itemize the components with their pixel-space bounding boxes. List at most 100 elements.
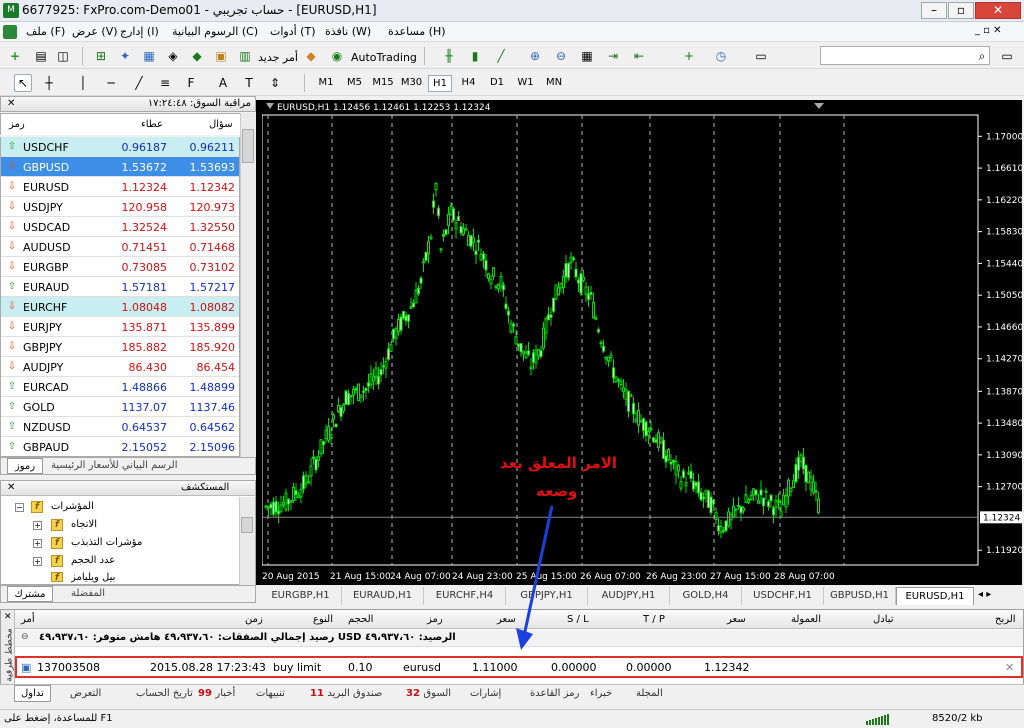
col-commission[interactable]: العمولة [791, 614, 821, 625]
zoom-in-icon[interactable]: ⊕ [526, 47, 544, 65]
market-watch-row[interactable]: ⇧ NZDUSD 0.64537 0.64562 [1, 417, 239, 437]
market-watch-row[interactable]: ⇩ GBPJPY 185.882 185.920 [1, 337, 239, 357]
market-watch-row[interactable]: ⇩ EURCHF 1.08048 1.08082 [1, 297, 239, 317]
line-chart-icon[interactable]: ╱ [492, 47, 510, 65]
terminal-tab[interactable]: المجلة [636, 688, 663, 699]
expand-icon[interactable]: + [33, 539, 42, 548]
menu-charts[interactable]: الرسوم البيانية (C) [172, 25, 258, 38]
vertical-line-icon[interactable]: │ [74, 74, 92, 92]
profiles-icon[interactable]: ▤ [32, 47, 50, 65]
close-icon[interactable]: ✕ [7, 98, 15, 109]
tile-windows-icon[interactable]: ▦ [578, 47, 596, 65]
chart-tab[interactable]: GBPUSD,H1 [824, 587, 896, 605]
timeframe-m1[interactable]: M1 [314, 75, 338, 92]
menu-insert[interactable]: إدارج (I) [120, 25, 159, 38]
chart-shift-icon[interactable]: ⇤ [630, 47, 648, 65]
data-window-icon[interactable]: ✦ [116, 47, 134, 65]
fibonacci-icon[interactable]: F [182, 74, 200, 92]
text-icon[interactable]: A [214, 74, 232, 92]
timeframe-mn[interactable]: MN [542, 75, 566, 92]
nav-volumes[interactable]: عدد الحجم [71, 555, 115, 566]
col-volume[interactable]: الحجم [348, 614, 373, 625]
market-watch-row[interactable]: ⇩ EURGBP 0.73085 0.73102 [1, 257, 239, 277]
terminal-icon[interactable]: ▦ [140, 47, 158, 65]
new-chart-icon[interactable]: + [6, 47, 24, 65]
menu-tools[interactable]: أدوات (T) [270, 25, 316, 38]
delete-order-icon[interactable]: ✕ [1005, 661, 1014, 674]
expand-icon[interactable]: + [33, 557, 42, 566]
timeframe-m30[interactable]: M30 [400, 75, 424, 92]
autoscroll-icon[interactable]: ⇥ [604, 47, 622, 65]
tester-icon[interactable]: ◈ [164, 47, 182, 65]
market-watch-row[interactable]: ⇧ EURAUD 1.57181 1.57217 [1, 277, 239, 297]
candle-chart-icon[interactable]: ▮ [466, 47, 484, 65]
mdi-controls[interactable]: _ ▫ ✕ [975, 25, 1002, 36]
channel-icon[interactable]: ≡ [156, 74, 174, 92]
market-watch-row[interactable]: ⇩ EURJPY 135.871 135.899 [1, 317, 239, 337]
market-watch-scrollbar[interactable] [240, 113, 256, 457]
tab-scroll-icon[interactable]: ◂ ▸ [978, 589, 991, 600]
col-profit[interactable]: الربح [995, 614, 1016, 625]
market-watch-row[interactable]: ⇩ GBPUSD 1.53672 1.53693 [1, 157, 239, 177]
nav-trend[interactable]: الاتجاه [71, 519, 97, 530]
chart-canvas[interactable]: 1.17000 1.16610 1.16220 1.15830 1.15440 1.150… [262, 100, 1022, 585]
history-icon[interactable]: ▣ [212, 47, 230, 65]
editor-icon[interactable]: ◆ [188, 47, 206, 65]
timeframe-h4[interactable]: H4 [457, 75, 481, 92]
timeframe-d1[interactable]: D1 [485, 75, 509, 92]
chart-tab[interactable]: EURGBP,H1 [260, 587, 342, 605]
autotrading-icon[interactable]: ◉ [328, 47, 346, 65]
new-order-icon[interactable]: ▥ [236, 47, 254, 65]
col-ask[interactable]: سؤال [209, 119, 233, 130]
chart-tab[interactable]: EURUSD,H1 [896, 587, 974, 605]
trendline-icon[interactable]: ╱ [130, 74, 148, 92]
terminal-tab[interactable]: تنبيهات [256, 688, 285, 699]
community-icon[interactable]: ▭ [998, 47, 1016, 65]
collapse-icon[interactable]: − [15, 503, 24, 512]
autotrading-button[interactable]: AutoTrading [351, 51, 417, 64]
search-input[interactable] [820, 46, 990, 65]
terminal-tab[interactable]: التعرض [70, 688, 101, 699]
crosshair-icon[interactable]: ┼ [40, 74, 58, 92]
tab-symbols[interactable]: رموز [7, 458, 43, 474]
terminal-tab[interactable]: 11 صندوق البريد [310, 688, 382, 699]
terminal-tab[interactable]: تداول [14, 685, 51, 702]
cursor-icon[interactable]: ↖ [14, 74, 32, 92]
market-watch-icon[interactable]: ◫ [54, 47, 72, 65]
minimize-button[interactable]: – [921, 2, 947, 19]
market-watch-row[interactable]: ⇩ USDCAD 1.32524 1.32550 [1, 217, 239, 237]
col-time[interactable]: زمن [245, 614, 263, 625]
market-watch-row[interactable]: ⇧ EURCAD 1.48866 1.48899 [1, 377, 239, 397]
terminal-tab[interactable]: 99 أخبار [198, 688, 235, 699]
col-symbol[interactable]: رمز [427, 614, 443, 625]
price-chart[interactable]: 1.17000 1.16610 1.16220 1.15830 1.15440 1.150… [262, 100, 1022, 585]
timeframe-m15[interactable]: M15 [371, 75, 395, 92]
col-order[interactable]: أمر [21, 614, 35, 625]
menu-window[interactable]: نافذة (W) [325, 25, 371, 38]
tab-favorites[interactable]: المفضلة [71, 588, 105, 599]
menu-file[interactable]: ملف (F) [26, 25, 65, 38]
search-icon[interactable]: ⌕ [973, 47, 991, 65]
arrows-icon[interactable]: ⇕ [266, 74, 284, 92]
nav-indicators[interactable]: المؤشرات [51, 501, 94, 512]
periods-icon[interactable]: ◷ [712, 47, 730, 65]
new-order-button[interactable]: أمر جديد [258, 51, 298, 64]
tab-common[interactable]: مشترك [7, 586, 53, 602]
close-icon[interactable]: ✕ [7, 482, 15, 493]
market-watch-row[interactable]: ⇩ EURUSD 1.12324 1.12342 [1, 177, 239, 197]
market-watch-row[interactable]: ⇩ AUDUSD 0.71451 0.71468 [1, 237, 239, 257]
chart-tab[interactable]: USDCHF,H1 [742, 587, 824, 605]
chart-tab[interactable]: EURCHF,H4 [424, 587, 506, 605]
nav-bill-williams[interactable]: بيل ويليامز [71, 572, 115, 584]
navigator-icon[interactable]: ⊞ [92, 47, 110, 65]
terminal-tab[interactable]: 32 السوق [406, 688, 451, 699]
market-watch-row[interactable]: ⇧ USDCHF 0.96187 0.96211 [1, 137, 239, 157]
terminal-tab[interactable]: رمز القاعدة [530, 688, 579, 699]
chart-tab[interactable]: GOLD,H4 [670, 587, 742, 605]
market-watch-row[interactable]: ⇩ AUDJPY 86.430 86.454 [1, 357, 239, 377]
terminal-tab[interactable]: إشارات [470, 688, 501, 699]
market-watch-row[interactable]: ⇧ GOLD 1137.07 1137.46 [1, 397, 239, 417]
col-price[interactable]: سعر [497, 614, 516, 625]
menu-view[interactable]: عرض (V) [72, 25, 118, 38]
bar-chart-icon[interactable]: ╫ [440, 47, 458, 65]
